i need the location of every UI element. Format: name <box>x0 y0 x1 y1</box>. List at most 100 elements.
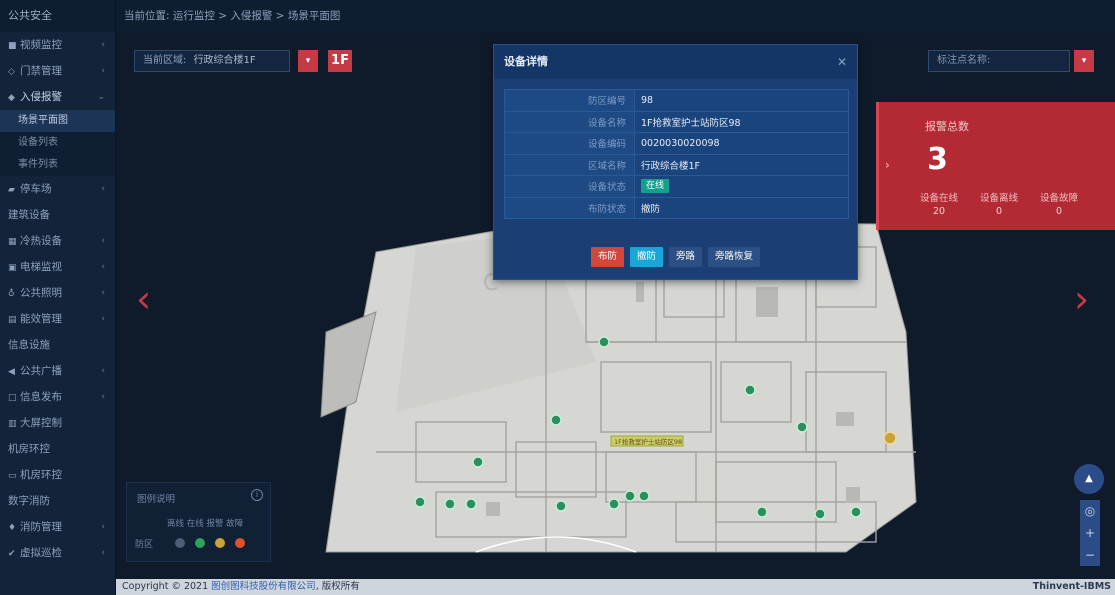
compass-icon[interactable]: ▲ <box>1074 464 1104 494</box>
check-icon: ✔ <box>8 549 16 559</box>
table-row: 防区编号 98 <box>504 89 849 112</box>
sidebar-item-label: 停车场 <box>20 183 52 195</box>
map-tooltip: 1F抢救室护士站防区98 <box>614 437 682 446</box>
sidebar-item-label: 信息发布 <box>20 391 62 403</box>
modal-title: 设备详情 <box>494 45 857 79</box>
chevron-left-icon: ‹ <box>101 184 105 194</box>
chevron-left-icon: ‹ <box>101 392 105 402</box>
alarm-total: 3 <box>927 142 948 177</box>
chevron-left-icon: ‹ <box>101 288 105 298</box>
stat-online: 设备在线 20 <box>909 192 969 218</box>
alarm-stats: 设备在线 20 设备离线 0 设备故障 0 <box>909 192 1089 218</box>
brand-label: Thinvent-IBMS <box>1032 581 1111 592</box>
sidebar-group-fire: 数字消防 <box>0 488 115 514</box>
detail-value: 1F抢救室护士站防区98 <box>634 110 849 133</box>
company-link[interactable]: 图创图科技股份有限公司 <box>211 581 316 592</box>
sidebar-item-label: 大屏控制 <box>20 417 62 429</box>
sidebar-item-label: 门禁管理 <box>20 65 62 77</box>
detail-key: 防区编号 <box>504 89 635 112</box>
mark-dropdown-button[interactable]: ▾ <box>1074 50 1094 72</box>
breadcrumb: 当前位置: 运行监控 > 入侵报警 > 场景平面图 <box>116 0 1115 32</box>
detail-value: 撤防 <box>634 196 849 219</box>
sidebar: 公共安全 ■ 视频监控 ‹ ◇ 门禁管理 ‹ ◆ 入侵报警 ⌄ 场景平面图 设备列表 事件列… <box>0 0 116 595</box>
sidebar-group-building: 建筑设备 <box>0 202 115 228</box>
stat-label: 设备故障 <box>1039 193 1078 204</box>
arm-button[interactable]: 布防 <box>591 247 625 267</box>
sidebar-group-label: 机房环控 <box>8 443 50 455</box>
sidebar-item-parking[interactable]: ▰ 停车场 ‹ <box>0 176 115 202</box>
prev-floor-arrow[interactable]: ‹ <box>136 280 151 318</box>
sidebar-item-video[interactable]: ■ 视频监控 ‹ <box>0 32 115 58</box>
sidebar-item-access[interactable]: ◇ 门禁管理 ‹ <box>0 58 115 84</box>
sidebar-group-room: 机房环控 <box>0 436 115 462</box>
disarm-button[interactable]: 撤防 <box>630 247 664 267</box>
sidebar-item-label: 冷热设备 <box>20 235 62 247</box>
sidebar-item-fire-mgmt[interactable]: ♦ 消防管理 ‹ <box>0 514 115 540</box>
speaker-icon: ◀ <box>8 367 15 377</box>
sidebar-item-intrusion[interactable]: ◆ 入侵报警 ⌄ <box>0 84 115 110</box>
chevron-left-icon: ‹ <box>101 262 105 272</box>
detail-value: 在线 <box>634 175 849 198</box>
floor-badge[interactable]: 1F <box>328 50 352 72</box>
legend-dot-offline <box>175 538 185 548</box>
sidebar-item-label: 公共广播 <box>20 365 62 377</box>
sidebar-item-label: 虚拟巡检 <box>20 547 62 559</box>
info-icon[interactable]: i <box>251 489 263 501</box>
elevator-icon: ▣ <box>8 263 17 273</box>
close-icon[interactable]: ✕ <box>837 45 847 79</box>
sidebar-item-screen[interactable]: ▥ 大屏控制 <box>0 410 115 436</box>
sidebar-group-label: 数字消防 <box>8 495 50 507</box>
sidebar-sub-devices[interactable]: 设备列表 <box>0 132 115 154</box>
bypass-restore-button[interactable]: 旁路恢复 <box>708 247 761 267</box>
copyright-text: Copyright © 2021 <box>122 581 209 592</box>
sidebar-item-patrol[interactable]: ✔ 虚拟巡检 ‹ <box>0 540 115 566</box>
table-row: 设备编码 0020030020098 <box>504 132 849 155</box>
sidebar-item-label: 机房环控 <box>20 469 62 481</box>
chevron-left-icon: ‹ <box>101 314 105 324</box>
table-row: 区域名称 行政综合楼1F <box>504 153 849 176</box>
bypass-button[interactable]: 旁路 <box>669 247 703 267</box>
video-icon: ■ <box>8 41 17 51</box>
zoom-control: ◎ + − <box>1080 500 1100 566</box>
zoom-out-button[interactable]: − <box>1080 544 1100 566</box>
sidebar-item-energy[interactable]: ▤ 能效管理 ‹ <box>0 306 115 332</box>
region-value: 行政综合楼1F <box>193 55 256 66</box>
detail-key: 设备编码 <box>504 132 635 155</box>
car-icon: ▰ <box>8 185 15 195</box>
stat-value: 0 <box>1055 206 1063 217</box>
device-detail-modal: 设备详情 ✕ 防区编号 98 设备名称 1F抢救室护士站防区98 设备编码 00200… <box>493 44 858 280</box>
sidebar-sub-scene[interactable]: 场景平面图 <box>0 110 115 132</box>
stat-offline: 设备离线 0 <box>969 192 1029 218</box>
door-icon: ◇ <box>8 67 15 77</box>
sidebar-item-broadcast[interactable]: ◀ 公共广播 ‹ <box>0 358 115 384</box>
light-icon: ♁ <box>8 289 15 299</box>
sidebar-sub-events[interactable]: 事件列表 <box>0 154 115 176</box>
region-dropdown-button[interactable]: ▾ <box>298 50 318 72</box>
sidebar-group-label: 信息设施 <box>8 339 50 351</box>
table-row: 设备名称 1F抢救室护士站防区98 <box>504 110 849 133</box>
zoom-in-button[interactable]: + <box>1080 522 1100 544</box>
legend-dot-fault <box>235 538 245 548</box>
legend-title: 图例说明 <box>137 494 176 505</box>
chevron-left-icon: ‹ <box>101 366 105 376</box>
target-icon[interactable]: ◎ <box>1080 500 1100 522</box>
sidebar-item-hvac[interactable]: ▦ 冷热设备 ‹ <box>0 228 115 254</box>
map-stage[interactable]: C 1F抢救室护士站防区98 当前区域: 行政综合楼1F ▾ 1F 标注点名称:… <box>116 32 1115 579</box>
chevron-left-icon: ‹ <box>101 236 105 246</box>
sidebar-item-elevator[interactable]: ▣ 电梯监视 ‹ <box>0 254 115 280</box>
legend-dot-alarm <box>215 538 225 548</box>
sidebar-item-label: 能效管理 <box>20 313 62 325</box>
chevron-down-icon: ⌄ <box>97 92 105 102</box>
sidebar-item-publish[interactable]: □ 信息发布 ‹ <box>0 384 115 410</box>
next-floor-arrow[interactable]: › <box>1074 280 1089 318</box>
detail-key: 布防状态 <box>504 196 635 219</box>
sidebar-item-room-env[interactable]: ▭ 机房环控 <box>0 462 115 488</box>
chevron-right-icon[interactable]: › <box>885 158 890 172</box>
detail-key: 设备状态 <box>504 175 635 198</box>
region-select[interactable]: 当前区域: 行政综合楼1F <box>134 50 290 72</box>
stat-value: 20 <box>932 206 946 217</box>
chevron-down-icon: ▾ <box>1081 56 1087 66</box>
sidebar-item-lighting[interactable]: ♁ 公共照明 ‹ <box>0 280 115 306</box>
chevron-left-icon: ‹ <box>101 522 105 532</box>
mark-search-input[interactable]: 标注点名称: <box>928 50 1070 72</box>
